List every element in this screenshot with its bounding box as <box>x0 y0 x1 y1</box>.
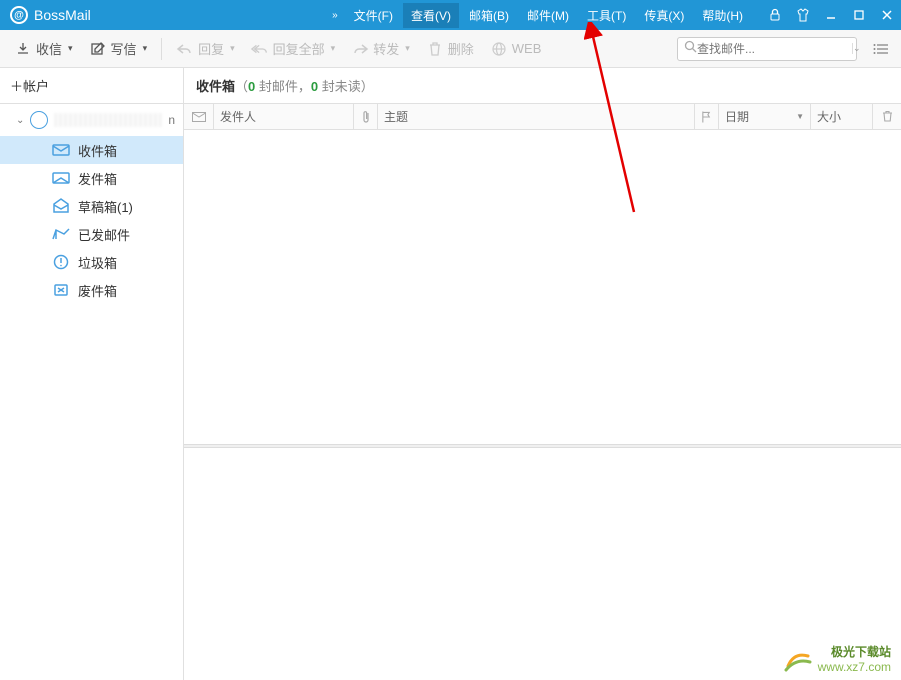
logo-area: @ BossMail <box>0 6 101 24</box>
close-icon[interactable] <box>873 0 901 30</box>
inbox-title: 收件箱 <box>196 76 235 95</box>
folder-trash[interactable]: 垃圾箱 <box>0 248 183 276</box>
lock-icon[interactable] <box>761 0 789 30</box>
list-view-icon[interactable] <box>869 37 893 61</box>
folder-inbox[interactable]: 收件箱 <box>0 136 183 164</box>
body-area: ＋帐户 ⌄ n 收件箱 发件箱 草稿箱(1) 已发邮件 <box>0 68 901 680</box>
main-area: 收件箱 （0 封邮件，0 封未读） 发件人 主题 日期▼ 大小 <box>184 68 901 680</box>
outbox-icon <box>52 169 70 187</box>
watermark-line1: 极光下载站 <box>818 645 891 659</box>
sidebar: ＋帐户 ⌄ n 收件箱 发件箱 草稿箱(1) 已发邮件 <box>0 68 184 680</box>
caret-down-icon: ▾ <box>331 43 336 54</box>
folder-list: 收件箱 发件箱 草稿箱(1) 已发邮件 垃圾箱 废件箱 <box>0 136 183 304</box>
drafts-icon <box>52 197 70 215</box>
web-button[interactable]: WEB <box>484 36 548 62</box>
menu-fax[interactable]: 传真(X) <box>636 3 692 28</box>
column-headers: 发件人 主题 日期▼ 大小 <box>184 104 901 130</box>
avatar-icon <box>30 111 48 129</box>
menu-help[interactable]: 帮助(H) <box>694 3 751 28</box>
search-box[interactable]: ⌄ <box>677 37 857 61</box>
maximize-icon[interactable] <box>845 0 873 30</box>
chevron-down-icon: ⌄ <box>16 115 24 126</box>
trash-icon <box>426 40 444 58</box>
forward-icon <box>351 40 369 58</box>
folder-sent[interactable]: 已发邮件 <box>0 220 183 248</box>
search-icon <box>684 40 697 58</box>
menu-view[interactable]: 查看(V) <box>403 3 459 28</box>
reply-all-icon <box>251 40 269 58</box>
col-date[interactable]: 日期▼ <box>719 104 811 129</box>
app-logo-icon: @ <box>10 6 28 24</box>
minimize-icon[interactable] <box>817 0 845 30</box>
folder-drafts[interactable]: 草稿箱(1) <box>0 192 183 220</box>
watermark: 极光下载站 www.xz7.com <box>784 645 891 674</box>
app-name: BossMail <box>34 7 91 23</box>
inbox-header: 收件箱 （0 封邮件，0 封未读） <box>184 68 901 104</box>
compose-button[interactable]: 写信 ▾ <box>83 35 154 62</box>
sort-desc-icon: ▼ <box>796 112 804 121</box>
reply-button[interactable]: 回复 ▾ <box>170 35 241 62</box>
globe-icon <box>490 40 508 58</box>
menu-tools[interactable]: 工具(T) <box>579 3 634 28</box>
caret-down-icon: ▾ <box>230 43 235 54</box>
account-suffix: n <box>168 113 175 127</box>
account-row[interactable]: ⌄ n <box>0 104 183 136</box>
menu-mailbox[interactable]: 邮箱(B) <box>461 3 517 28</box>
toolbar: 收信 ▾ 写信 ▾ 回复 ▾ 回复全部 ▾ 转发 ▾ 删除 <box>0 30 901 68</box>
col-envelope[interactable] <box>184 104 214 129</box>
reply-all-button[interactable]: 回复全部 ▾ <box>245 35 342 62</box>
skin-icon[interactable] <box>789 0 817 30</box>
chevron-right-icon[interactable]: » <box>332 10 338 21</box>
menu-mail[interactable]: 邮件(M) <box>519 3 577 28</box>
message-list[interactable] <box>184 130 901 444</box>
reply-icon <box>176 40 194 58</box>
title-icons <box>761 0 901 30</box>
watermark-line2: www.xz7.com <box>818 660 891 674</box>
spam-icon <box>52 253 70 271</box>
col-flag[interactable] <box>695 104 719 129</box>
junk-icon <box>52 281 70 299</box>
search-dropdown-caret[interactable]: ⌄ <box>852 43 861 54</box>
receive-button[interactable]: 收信 ▾ <box>8 35 79 62</box>
caret-down-icon: ▾ <box>405 43 410 54</box>
col-from[interactable]: 发件人 <box>214 104 354 129</box>
inbox-stats: （0 封邮件，0 封未读） <box>235 76 374 95</box>
col-size[interactable]: 大小 <box>811 104 873 129</box>
compose-icon <box>89 40 107 58</box>
download-icon <box>14 40 32 58</box>
col-attachment[interactable] <box>354 104 378 129</box>
menu-bar: 文件(F) 查看(V) 邮箱(B) 邮件(M) 工具(T) 传真(X) 帮助(H… <box>346 3 751 28</box>
delete-button[interactable]: 删除 <box>420 35 480 62</box>
folder-outbox[interactable]: 发件箱 <box>0 164 183 192</box>
forward-button[interactable]: 转发 ▾ <box>345 35 416 62</box>
sent-icon <box>52 225 70 243</box>
col-delete[interactable] <box>873 104 901 129</box>
caret-down-icon: ▾ <box>143 43 148 54</box>
col-subject[interactable]: 主题 <box>378 104 695 129</box>
search-input[interactable] <box>697 42 852 56</box>
folder-junk[interactable]: 废件箱 <box>0 276 183 304</box>
caret-down-icon: ▾ <box>68 43 73 54</box>
titlebar: @ BossMail » 文件(F) 查看(V) 邮箱(B) 邮件(M) 工具(… <box>0 0 901 30</box>
divider <box>161 38 162 60</box>
menu-file[interactable]: 文件(F) <box>346 3 401 28</box>
account-name-blurred <box>54 113 162 127</box>
watermark-logo-icon <box>784 646 812 674</box>
sidebar-header-accounts[interactable]: ＋帐户 <box>0 68 183 104</box>
inbox-icon <box>52 141 70 159</box>
